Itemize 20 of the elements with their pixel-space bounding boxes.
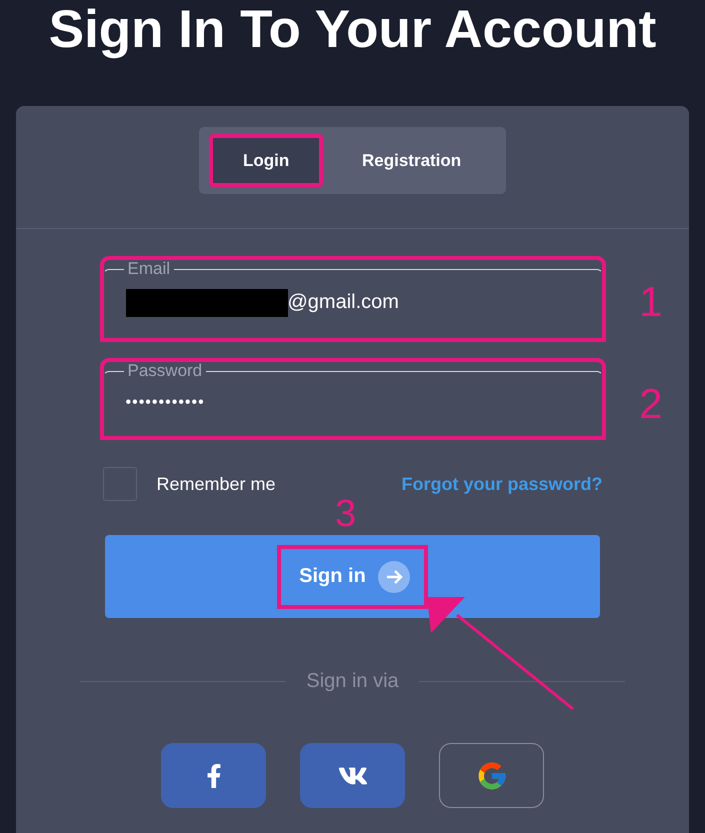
- page-title: Sign In To Your Account: [48, 2, 656, 61]
- facebook-login-button[interactable]: [161, 743, 266, 808]
- vk-login-button[interactable]: [300, 743, 405, 808]
- tab[interactable]: Registration: [327, 134, 496, 187]
- field-label: Email: [126, 259, 172, 279]
- annotation-number: 3: [335, 495, 356, 533]
- field-value: ••••••••••••: [126, 394, 205, 412]
- remember-label: Remember me: [156, 474, 276, 494]
- annotation-number: 1: [639, 281, 662, 323]
- divider-label: Sign in via: [306, 670, 399, 693]
- password-field[interactable]: Password ••••••••••••: [102, 361, 602, 437]
- button-label: Sign in: [299, 565, 366, 588]
- google-login-button[interactable]: [439, 743, 544, 808]
- email-field[interactable]: Email @gmail.com: [102, 259, 602, 339]
- arrow-right-icon: [378, 560, 410, 592]
- annotation-number: 2: [639, 383, 662, 425]
- field-label: Password: [126, 361, 204, 381]
- google-icon: [476, 760, 508, 792]
- tab[interactable]: Login: [209, 134, 324, 187]
- field-value: @gmail.com: [288, 291, 399, 314]
